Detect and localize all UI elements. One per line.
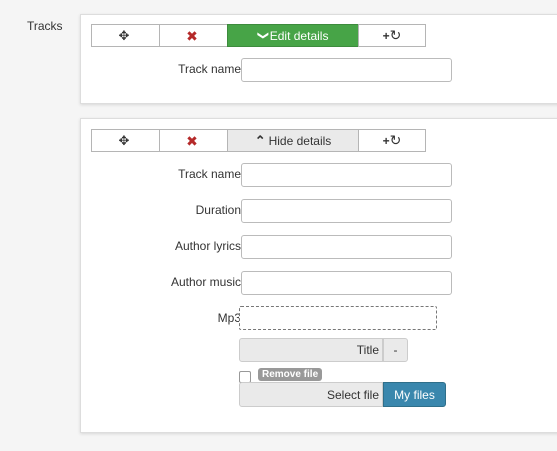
- my-files-button[interactable]: My files: [383, 382, 446, 407]
- move-icon: ✥: [118, 28, 130, 43]
- my-files-label: My files: [394, 387, 435, 402]
- track-1-name-row: Track name: [81, 58, 557, 82]
- track-1-toolbar: ✥ ✖ ❯ Edit details + ↻: [91, 24, 426, 47]
- delete-icon: ✖: [186, 27, 198, 44]
- track-panel-2: ✥ ✖ ⌃ Hide details + ↻ Track name Durati…: [80, 118, 557, 433]
- author-music-input[interactable]: [241, 271, 452, 295]
- select-file-field[interactable]: Select file: [239, 382, 383, 407]
- track-name-label: Track name: [178, 62, 241, 76]
- file-title-label: Title: [356, 343, 379, 357]
- author-lyrics-input[interactable]: [241, 235, 452, 259]
- edit-details-label: Edit details: [269, 28, 329, 43]
- add-label: +: [382, 133, 390, 148]
- file-title-field[interactable]: Title: [239, 338, 383, 362]
- track-2-toolbar: ✥ ✖ ⌃ Hide details + ↻: [91, 129, 426, 152]
- track-2-name-row: Track name: [81, 163, 557, 187]
- author-lyrics-row: Author lyrics: [81, 235, 557, 259]
- select-file-label: Select file: [326, 387, 379, 402]
- chevron-down-icon: ❯: [256, 30, 269, 41]
- track-panel-1: ✥ ✖ ❯ Edit details + ↻ Track name: [80, 14, 557, 104]
- delete-icon: ✖: [186, 132, 198, 149]
- mp3-dropzone[interactable]: [239, 306, 437, 330]
- refresh-icon: ↻: [389, 27, 402, 43]
- clear-title-label: -: [393, 343, 398, 357]
- hide-details-button[interactable]: ⌃ Hide details: [227, 129, 359, 152]
- hide-details-label: Hide details: [268, 133, 332, 148]
- add-button[interactable]: + ↻: [358, 24, 426, 47]
- refresh-icon: ↻: [389, 132, 402, 148]
- move-button[interactable]: ✥: [91, 129, 160, 152]
- delete-button[interactable]: ✖: [159, 24, 228, 47]
- edit-details-button[interactable]: ❯ Edit details: [227, 24, 359, 47]
- author-music-row: Author music: [81, 271, 557, 295]
- remove-file-badge: Remove file: [258, 368, 323, 381]
- delete-button[interactable]: ✖: [159, 129, 228, 152]
- track-name-label: Track name: [178, 167, 241, 181]
- clear-title-button[interactable]: -: [383, 338, 408, 362]
- move-icon: ✥: [118, 133, 130, 148]
- duration-label: Duration: [195, 203, 241, 217]
- track-name-input[interactable]: [241, 163, 452, 187]
- track-name-input[interactable]: [241, 58, 452, 82]
- move-button[interactable]: ✥: [91, 24, 160, 47]
- author-music-label: Author music: [170, 275, 241, 289]
- tracks-label: Tracks: [27, 19, 63, 33]
- author-lyrics-label: Author lyrics: [174, 239, 241, 253]
- duration-row: Duration: [81, 199, 557, 223]
- add-label: +: [382, 28, 390, 43]
- duration-input[interactable]: [241, 199, 452, 223]
- mp3-label: Mp3: [217, 311, 241, 325]
- add-button[interactable]: + ↻: [358, 129, 426, 152]
- chevron-up-icon: ⌃: [254, 133, 266, 148]
